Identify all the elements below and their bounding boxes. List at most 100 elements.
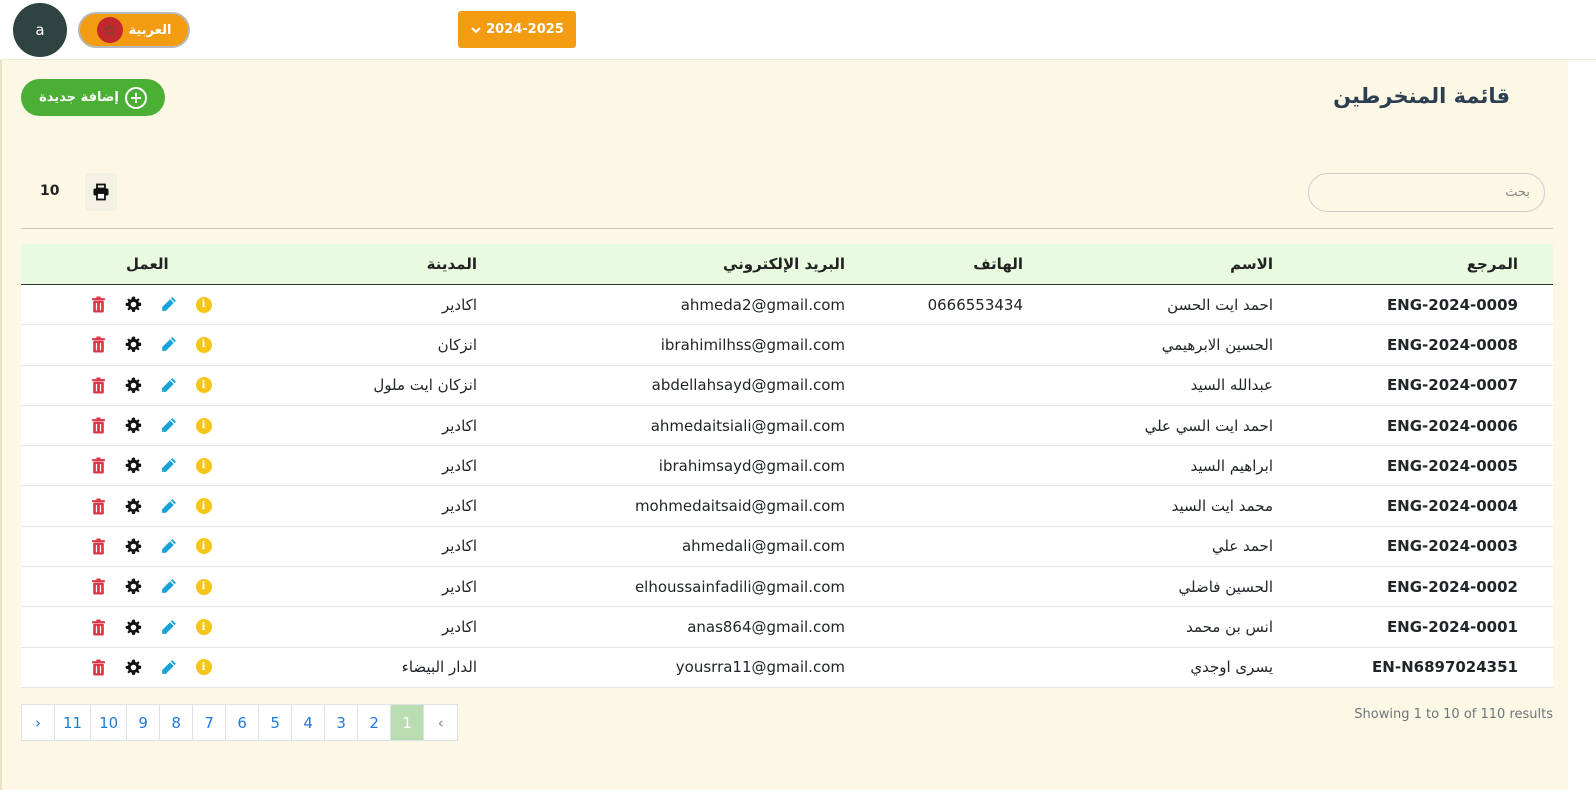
pagination-page-11[interactable]: 11 (55, 705, 92, 740)
info-icon[interactable]: i (186, 417, 221, 434)
row-actions: i (81, 406, 221, 445)
delete-trash-icon[interactable] (81, 417, 116, 434)
pagination-page-2[interactable]: 2 (358, 705, 392, 740)
edit-pencil-icon[interactable] (151, 457, 186, 474)
row-actions: i (81, 648, 221, 687)
info-icon[interactable]: i (186, 578, 221, 595)
cell-city: انزكان ايت ملول (373, 376, 477, 395)
delete-trash-icon[interactable] (81, 296, 116, 313)
edit-pencil-icon[interactable] (151, 538, 186, 555)
column-header-phone[interactable]: الهاتف (973, 244, 1023, 284)
pagination-page-4[interactable]: 4 (292, 705, 326, 740)
info-icon[interactable]: i (186, 336, 221, 353)
pagination-page-3[interactable]: 3 (325, 705, 359, 740)
cell-name: الحسين الابرهيمي (1161, 335, 1273, 354)
row-actions: i (81, 366, 221, 405)
user-avatar[interactable]: a (13, 3, 67, 57)
column-header-ref[interactable]: المرجع (1467, 244, 1518, 284)
pagination-page-10[interactable]: 10 (91, 705, 128, 740)
table-body: ENG-2024-0009 احمد ايت الحسن 0666553434 … (21, 285, 1553, 688)
settings-gear-icon[interactable] (116, 619, 151, 636)
info-icon[interactable]: i (186, 457, 221, 474)
table-row: ENG-2024-0003 احمد علي ahmedali@gmail.co… (21, 526, 1553, 568)
settings-gear-icon[interactable] (116, 498, 151, 515)
edit-pencil-icon[interactable] (151, 336, 186, 353)
delete-trash-icon[interactable] (81, 457, 116, 474)
delete-trash-icon[interactable] (81, 619, 116, 636)
cell-ref: ENG-2024-0002 (1386, 577, 1518, 596)
row-actions: i (81, 486, 221, 525)
pagination-page-5[interactable]: 5 (259, 705, 293, 740)
cell-city: انزكان (437, 335, 477, 354)
cell-email: abdellahsayd@gmail.com (651, 376, 845, 395)
pagination-page-1[interactable]: 1 (391, 705, 425, 740)
delete-trash-icon[interactable] (81, 659, 116, 676)
search-input[interactable] (1308, 173, 1545, 212)
add-new-button[interactable]: + إضافة جديدة (21, 79, 165, 116)
info-icon[interactable]: i (186, 377, 221, 394)
edit-pencil-icon[interactable] (151, 578, 186, 595)
cell-ref: ENG-2024-0009 (1386, 295, 1518, 314)
edit-pencil-icon[interactable] (151, 498, 186, 515)
settings-gear-icon[interactable] (116, 296, 151, 313)
top-navbar: a ☆ العربية 2024-2025 (0, 0, 1596, 60)
year-dropdown[interactable]: 2024-2025 (458, 11, 576, 48)
pagination-page-8[interactable]: 8 (160, 705, 194, 740)
edit-pencil-icon[interactable] (151, 619, 186, 636)
toolbar-divider (21, 228, 1553, 229)
add-new-label: إضافة جديدة (39, 90, 119, 105)
info-icon[interactable]: i (186, 296, 221, 313)
delete-trash-icon[interactable] (81, 538, 116, 555)
row-actions: i (81, 567, 221, 606)
edit-pencil-icon[interactable] (151, 417, 186, 434)
pagination-page-7[interactable]: 7 (193, 705, 227, 740)
settings-gear-icon[interactable] (116, 417, 151, 434)
per-page-select[interactable]: 10 (40, 183, 59, 199)
edit-pencil-icon[interactable] (151, 296, 186, 313)
cell-name: احمد علي (1211, 537, 1273, 556)
column-header-city[interactable]: المدينة (427, 244, 477, 284)
info-icon[interactable]: i (186, 498, 221, 515)
edit-pencil-icon[interactable] (151, 377, 186, 394)
column-header-name[interactable]: الاسم (1230, 244, 1273, 284)
settings-gear-icon[interactable] (116, 377, 151, 394)
cell-name: عبدالله السيد (1190, 376, 1273, 395)
edit-pencil-icon[interactable] (151, 659, 186, 676)
info-icon[interactable]: i (186, 659, 221, 676)
pagination-page-6[interactable]: 6 (226, 705, 260, 740)
settings-gear-icon[interactable] (116, 659, 151, 676)
settings-gear-icon[interactable] (116, 457, 151, 474)
cell-email: ahmedali@gmail.com (681, 537, 845, 556)
settings-gear-icon[interactable] (116, 538, 151, 555)
delete-trash-icon[interactable] (81, 578, 116, 595)
settings-gear-icon[interactable] (116, 336, 151, 353)
language-switcher[interactable]: ☆ العربية (78, 12, 190, 48)
chevron-down-icon (471, 26, 481, 33)
row-actions: i (81, 446, 221, 485)
settings-gear-icon[interactable] (116, 578, 151, 595)
info-icon[interactable]: i (186, 538, 221, 555)
column-header-action: العمل (126, 255, 169, 273)
year-label: 2024-2025 (486, 22, 564, 37)
pagination-page-9[interactable]: 9 (127, 705, 161, 740)
info-icon[interactable]: i (186, 619, 221, 636)
table-row: ENG-2024-0001 انس بن محمد anas864@gmail.… (21, 607, 1553, 648)
pagination-next-button[interactable]: › (22, 705, 55, 740)
delete-trash-icon[interactable] (81, 498, 116, 515)
page-title: قائمة المنخرطين (1333, 84, 1510, 108)
cell-email: ahmeda2@gmail.com (680, 295, 845, 314)
cell-name: انس بن محمد (1186, 618, 1273, 637)
right-margin (1568, 60, 1596, 804)
pagination-prev-button[interactable]: ‹ (424, 705, 457, 740)
cell-ref: ENG-2024-0001 (1386, 618, 1518, 637)
cell-ref: ENG-2024-0007 (1386, 376, 1518, 395)
delete-trash-icon[interactable] (81, 336, 116, 353)
cell-ref: ENG-2024-0006 (1386, 416, 1518, 435)
print-button[interactable] (85, 173, 117, 211)
cell-email: mohmedaitsaid@gmail.com (634, 497, 845, 516)
morocco-flag-icon: ☆ (96, 17, 123, 43)
column-header-email[interactable]: البريد الإلكتروني (723, 244, 845, 284)
delete-trash-icon[interactable] (81, 377, 116, 394)
table-header-row: المرجع الاسم الهاتف البريد الإلكتروني ال… (21, 244, 1553, 285)
cell-name: احمد ايت السي علي (1144, 416, 1273, 435)
